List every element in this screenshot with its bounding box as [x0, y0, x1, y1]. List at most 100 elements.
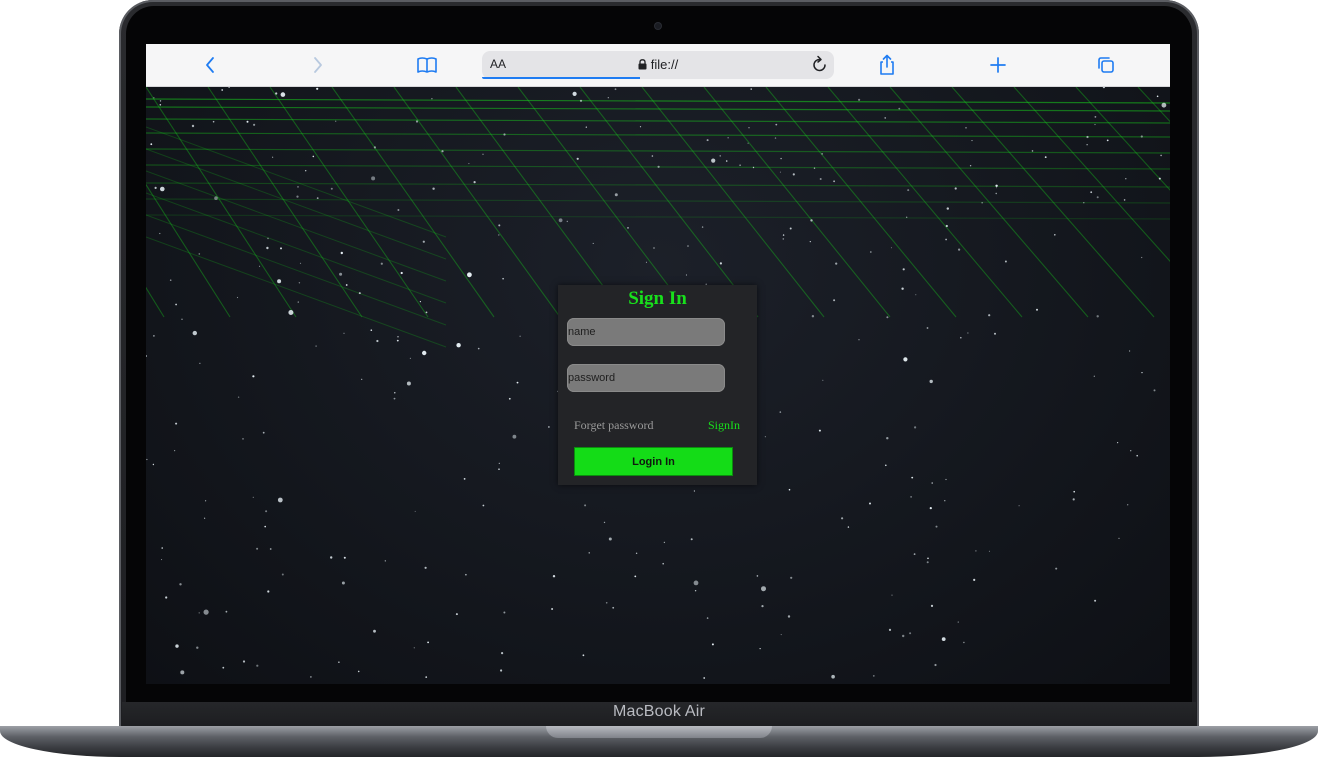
star: [267, 237, 269, 240]
star: [498, 224, 501, 227]
star: [1161, 102, 1167, 108]
star: [242, 438, 244, 440]
star: [406, 381, 411, 386]
star: [198, 612, 200, 614]
star: [810, 219, 813, 222]
star: [298, 282, 301, 284]
login-card: Sign In Forget password SignIn Login In: [558, 285, 757, 485]
star: [335, 120, 337, 122]
star: [340, 251, 343, 255]
share-icon[interactable]: [873, 51, 901, 79]
star: [551, 608, 554, 610]
star: [831, 674, 835, 679]
laser-line: [146, 87, 297, 318]
star: [371, 176, 376, 181]
star: [221, 89, 224, 91]
star: [441, 150, 444, 153]
star: [1158, 177, 1161, 180]
reload-icon[interactable]: [812, 55, 828, 78]
star: [1129, 350, 1131, 352]
star: [165, 596, 168, 599]
star: [501, 652, 504, 655]
star: [1073, 490, 1075, 493]
star: [663, 541, 666, 544]
forget-password-link[interactable]: Forget password: [574, 418, 653, 433]
star: [819, 178, 822, 180]
login-button[interactable]: Login In: [574, 447, 733, 476]
laser-line: [146, 198, 1170, 204]
star: [639, 126, 642, 128]
url-display[interactable]: file://: [482, 57, 834, 73]
star: [1096, 196, 1099, 199]
star: [1086, 135, 1089, 139]
laser-line: [146, 132, 1170, 138]
signin-link[interactable]: SignIn: [708, 418, 740, 433]
star: [779, 411, 782, 413]
star: [579, 99, 583, 102]
star: [310, 676, 312, 678]
star: [1156, 95, 1159, 98]
star: [456, 343, 461, 348]
star: [503, 611, 506, 614]
star: [169, 279, 172, 281]
star: [1125, 178, 1127, 180]
name-input[interactable]: [567, 318, 725, 346]
star: [926, 327, 929, 329]
star: [566, 220, 568, 223]
star: [930, 604, 934, 608]
star: [914, 426, 917, 429]
star: [909, 632, 912, 635]
star: [425, 311, 428, 314]
star: [154, 186, 157, 189]
star: [152, 463, 155, 466]
star: [393, 397, 396, 400]
star: [869, 251, 872, 253]
plus-icon[interactable]: [984, 51, 1012, 79]
laser-line: [269, 87, 429, 318]
star: [901, 287, 904, 290]
star: [995, 192, 997, 195]
star: [341, 581, 345, 585]
star: [296, 195, 299, 198]
star: [175, 422, 178, 425]
star: [752, 166, 755, 169]
star: [958, 248, 961, 251]
star: [572, 91, 577, 96]
book-icon[interactable]: [413, 51, 441, 79]
star: [339, 272, 343, 276]
star: [929, 379, 933, 384]
star: [910, 496, 912, 498]
laser-line: [1137, 87, 1170, 123]
star: [1031, 150, 1034, 152]
star: [653, 247, 655, 249]
star: [252, 496, 254, 498]
star: [588, 552, 590, 554]
star: [214, 196, 218, 200]
star: [455, 613, 458, 616]
star: [835, 262, 838, 265]
star: [246, 120, 249, 123]
star: [548, 426, 550, 428]
star: [280, 247, 282, 250]
star: [945, 224, 948, 228]
star: [833, 180, 835, 183]
chevron-right-icon[interactable]: [304, 51, 332, 79]
star: [913, 553, 916, 555]
star: [262, 431, 265, 434]
browser-toolbar: AA file://: [146, 44, 1170, 87]
star: [891, 594, 893, 596]
chevron-left-icon[interactable]: [196, 51, 224, 79]
star: [384, 560, 386, 562]
star: [181, 318, 183, 320]
star: [761, 586, 766, 592]
star: [612, 606, 615, 609]
star: [687, 245, 689, 247]
tabs-icon[interactable]: [1092, 51, 1120, 79]
star: [297, 301, 299, 303]
star: [1094, 116, 1097, 118]
star: [305, 170, 307, 172]
address-bar[interactable]: AA file://: [482, 51, 834, 79]
star: [512, 434, 517, 439]
password-input[interactable]: [567, 364, 725, 392]
star: [719, 155, 721, 157]
